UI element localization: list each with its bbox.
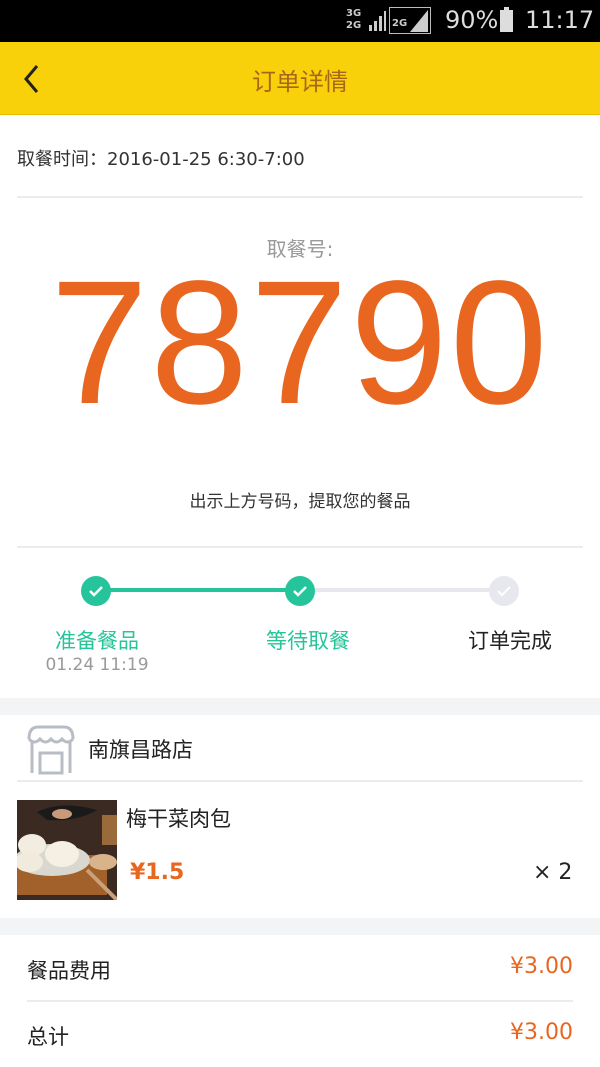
step-node-done	[81, 576, 111, 606]
pickup-time: 取餐时间：2016-01-25 6:30-7:00	[17, 145, 305, 171]
item-quantity: × 2	[533, 860, 573, 885]
step-label: 订单完成	[468, 629, 552, 653]
nav-bar: 订单详情	[0, 42, 600, 115]
battery-percent: 90%	[445, 6, 499, 34]
pickup-hint: 出示上方号码，提取您的餐品	[189, 492, 411, 512]
summary-label: 餐品费用	[27, 959, 111, 983]
store-name[interactable]: 南旗昌路店	[88, 734, 193, 764]
store-icon	[27, 725, 75, 775]
sim2-signal: 2G	[389, 7, 431, 34]
check-icon	[89, 586, 103, 597]
check-icon	[497, 586, 511, 597]
step-label: 等待取餐	[266, 629, 350, 653]
signal-icon	[410, 10, 428, 32]
progress-track-done	[110, 588, 290, 592]
divider	[17, 780, 583, 782]
network-3g-label: 3G	[346, 8, 362, 19]
status-bar: 3G 2G 2G 90% 11:17	[0, 0, 600, 42]
step-node-pending	[489, 576, 519, 606]
item-name: 梅干菜肉包	[126, 807, 231, 831]
price-summary-card: 餐品费用 ¥3.00 总计 ¥3.00	[0, 935, 600, 1067]
item-price: ¥1.5	[130, 860, 185, 885]
check-icon	[293, 586, 307, 597]
sim2-network-label: 2G	[392, 18, 408, 29]
pickup-time-value: 2016-01-25 6:30-7:00	[107, 149, 305, 170]
network-2g-label: 2G	[346, 20, 362, 31]
pickup-card: 取餐时间：2016-01-25 6:30-7:00 取餐号: 78790 出示上…	[0, 115, 600, 698]
pickup-time-label: 取餐时间：	[17, 149, 107, 170]
progress-track-pending	[314, 588, 494, 592]
network-indicator: 3G 2G	[346, 8, 361, 32]
divider	[17, 546, 583, 548]
total-value: ¥3.00	[510, 1020, 573, 1045]
step-node-done	[285, 576, 315, 606]
signal-icon	[369, 11, 386, 31]
pickup-code: 78790	[50, 245, 550, 441]
battery-icon	[500, 7, 513, 32]
step-time: 01.24 11:19	[45, 655, 149, 675]
divider	[27, 1000, 573, 1002]
summary-value: ¥3.00	[510, 954, 573, 979]
item-thumbnail	[17, 800, 117, 900]
divider	[17, 196, 583, 198]
clock: 11:17	[525, 6, 595, 34]
bun-image	[17, 800, 117, 900]
step-label: 准备餐品	[55, 629, 139, 653]
order-items-card: 南旗昌路店 梅干菜肉包 ¥1.5 × 2	[0, 715, 600, 918]
total-label: 总计	[27, 1025, 69, 1049]
page-title: 订单详情	[252, 68, 348, 96]
